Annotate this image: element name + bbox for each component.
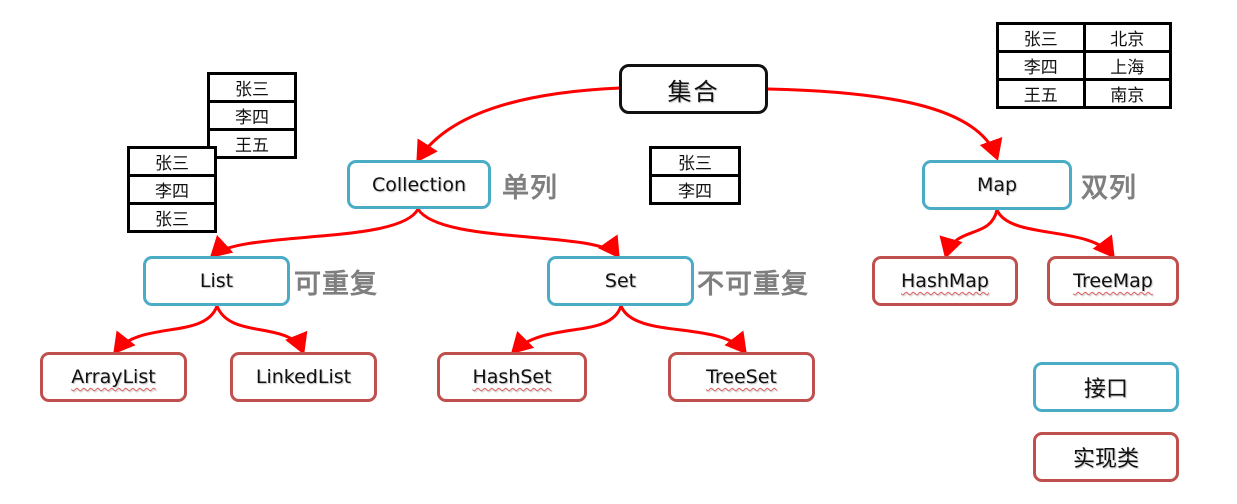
map-example-table: 张三 北京 李四 上海 王五 南京: [996, 22, 1172, 109]
node-label: TreeMap: [1073, 270, 1153, 292]
node-label: ArrayList: [71, 366, 156, 388]
node-linkedlist: LinkedList: [230, 352, 377, 402]
node-label: List: [199, 270, 234, 292]
node-hashmap: HashMap: [872, 256, 1018, 306]
node-label: LinkedList: [255, 366, 352, 388]
note-not-repeatable: 不可重复: [697, 269, 809, 300]
node-label: HashMap: [901, 270, 989, 292]
table-row: 李四: [207, 100, 297, 131]
table-cell: 张三: [207, 72, 297, 103]
table-row: 王五 南京: [996, 78, 1172, 109]
set-example-table: 张三 李四: [649, 146, 741, 205]
legend-interface-label: 接口: [1083, 377, 1128, 402]
table-row: 李四: [649, 174, 741, 205]
node-label: HashSet: [472, 366, 552, 388]
node-hashset: HashSet: [437, 352, 587, 402]
edge-set-treeset: [619, 305, 747, 355]
node-collection-interface: Collection: [347, 160, 491, 209]
edge-list-arraylist: [113, 305, 219, 355]
node-label: Map: [976, 174, 1018, 196]
edge-map-treemap: [995, 209, 1115, 259]
node-list-interface: List: [143, 256, 290, 306]
list-example-table-front: 张三 李四 张三: [127, 146, 217, 233]
node-arraylist: ArrayList: [40, 352, 187, 402]
legend-implementation: 实现类: [1033, 432, 1179, 482]
legend-interface: 接口: [1033, 362, 1179, 412]
note-double-column: 双列: [1081, 173, 1137, 204]
node-map-interface: Map: [922, 160, 1072, 210]
table-row: 张三 北京: [996, 22, 1172, 53]
table-cell-key: 李四: [996, 50, 1086, 81]
table-cell: 张三: [127, 202, 217, 233]
table-row: 张三: [207, 72, 297, 103]
note-single-column: 单列: [502, 173, 558, 204]
node-treeset: TreeSet: [668, 352, 815, 402]
table-row: 张三: [649, 146, 741, 177]
table-row: 李四 上海: [996, 50, 1172, 81]
edge-root-collection: [416, 86, 621, 163]
table-row: 李四: [127, 174, 217, 205]
edge-collection-set: [416, 208, 620, 259]
list-example-table-back: 张三 李四 王五: [207, 72, 297, 159]
table-cell: 张三: [649, 146, 741, 177]
node-treemap: TreeMap: [1047, 256, 1179, 306]
table-row: 张三: [127, 202, 217, 233]
node-label: 集合: [667, 77, 720, 106]
table-cell: 王五: [207, 128, 297, 159]
table-cell: 李四: [649, 174, 741, 205]
edge-collection-list: [209, 208, 420, 259]
table-cell: 张三: [127, 146, 217, 177]
table-cell: 李四: [207, 100, 297, 131]
table-cell-value: 北京: [1082, 22, 1172, 53]
node-label: Set: [604, 270, 637, 292]
node-label: TreeSet: [706, 366, 777, 388]
edge-list-linkedlist: [215, 305, 308, 355]
node-label: Collection: [372, 173, 466, 196]
node-set-interface: Set: [547, 256, 694, 306]
table-cell: 李四: [127, 174, 217, 205]
legend-implementation-label: 实现类: [1072, 447, 1139, 472]
table-cell-value: 上海: [1082, 50, 1172, 81]
edge-root-map: [767, 87, 1003, 161]
node-collection-root: 集合: [619, 64, 768, 114]
edge-set-hashset: [510, 305, 623, 355]
table-cell-key: 王五: [996, 78, 1086, 109]
table-row: 王五: [207, 128, 297, 159]
table-row: 张三: [127, 146, 217, 177]
table-cell-value: 南京: [1082, 78, 1172, 109]
edge-map-hashmap: [939, 209, 999, 259]
table-cell-key: 张三: [996, 22, 1086, 53]
note-repeatable: 可重复: [294, 269, 378, 300]
